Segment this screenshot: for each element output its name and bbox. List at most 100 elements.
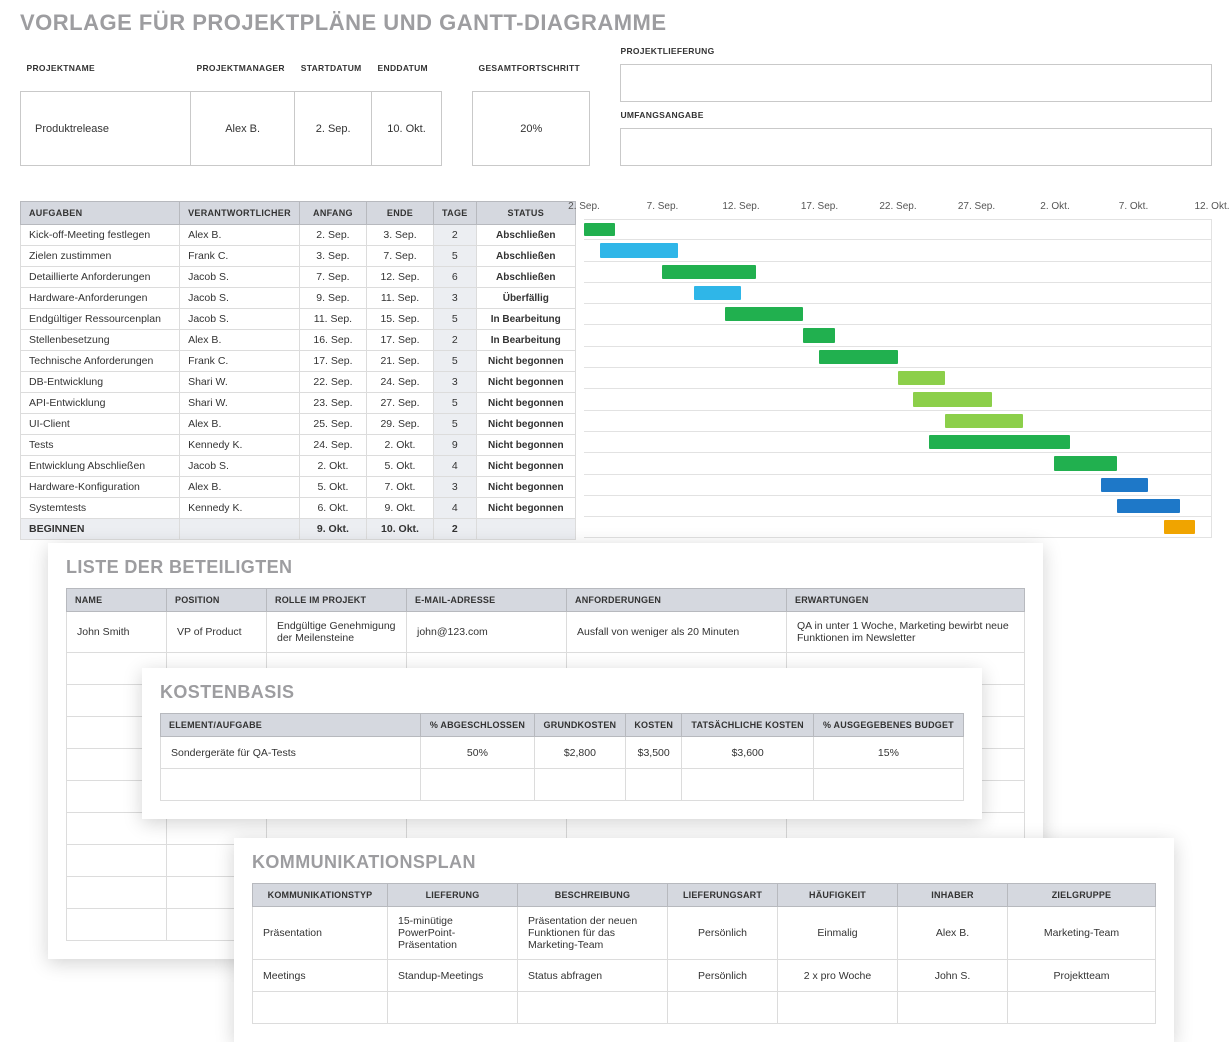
gantt-chart: 2. Sep.7. Sep.12. Sep.17. Sep.22. Sep.27… (584, 201, 1212, 540)
task-start: 25. Sep. (299, 414, 366, 435)
coth-mode: LIEFERUNGSART (668, 884, 778, 907)
gantt-bar[interactable] (819, 350, 897, 364)
task-days: 4 (434, 498, 477, 519)
task-start: 22. Sep. (299, 372, 366, 393)
gantt-bar[interactable] (1101, 478, 1148, 492)
task-table: AUFGABEN VERANTWORTLICHER ANFANG ENDE TA… (20, 201, 576, 540)
task-status: Nicht begonnen (476, 393, 575, 414)
task-days: 2 (434, 330, 477, 351)
task-row[interactable]: Hardware-AnforderungenJacob S.9. Sep.11.… (21, 288, 576, 309)
stakeholders-title: LISTE DER BETEILIGTEN (66, 557, 1025, 578)
task-name: Hardware-Anforderungen (21, 288, 180, 309)
project-start[interactable]: 2. Sep. (295, 92, 372, 166)
coth-aud: ZIELGRUPPE (1008, 884, 1156, 907)
task-row[interactable]: API-EntwicklungShari W.23. Sep.27. Sep.5… (21, 393, 576, 414)
gantt-bar[interactable] (1054, 456, 1117, 470)
gantt-bar[interactable] (1164, 520, 1195, 534)
task-start: 9. Sep. (299, 288, 366, 309)
task-row[interactable]: DB-EntwicklungShari W.22. Sep.24. Sep.3N… (21, 372, 576, 393)
project-info-left: PROJEKTNAME PROJEKTMANAGER STARTDATUM EN… (20, 46, 442, 166)
gantt-row (584, 325, 1212, 346)
comm-row[interactable]: MeetingsStandup-MeetingsStatus abfragenP… (253, 960, 1156, 992)
task-name: Tests (21, 435, 180, 456)
gantt-tick-label: 12. Okt. (1194, 201, 1229, 212)
coth-freq: HÄUFIGKEIT (778, 884, 898, 907)
task-row[interactable]: Endgültiger RessourcenplanJacob S.11. Se… (21, 309, 576, 330)
task-owner: Alex B. (180, 225, 300, 246)
task-owner: Frank C. (180, 351, 300, 372)
task-row[interactable]: TestsKennedy K.24. Sep.2. Okt.9Nicht beg… (21, 435, 576, 456)
task-status: Nicht begonnen (476, 498, 575, 519)
task-owner: Jacob S. (180, 288, 300, 309)
label-enddate: ENDDATUM (372, 46, 442, 92)
task-row[interactable]: SystemtestsKennedy K.6. Okt.9. Okt.4Nich… (21, 498, 576, 519)
task-row[interactable]: Detaillierte AnforderungenJacob S.7. Sep… (21, 267, 576, 288)
gantt-row (584, 368, 1212, 389)
task-row[interactable]: Entwicklung AbschließenJacob S.2. Okt.5.… (21, 456, 576, 477)
task-owner: Shari W. (180, 393, 300, 414)
task-name: Hardware-Konfiguration (21, 477, 180, 498)
project-info-progress: GESAMTFORTSCHRITT 20% (472, 46, 590, 166)
task-owner: Kennedy K. (180, 435, 300, 456)
project-end[interactable]: 10. Okt. (372, 92, 442, 166)
gantt-bar[interactable] (662, 265, 756, 279)
cth-cost: KOSTEN (625, 714, 682, 737)
cth-budget: % AUSGEGEBENES BUDGET (813, 714, 963, 737)
task-start: 17. Sep. (299, 351, 366, 372)
gantt-bar[interactable] (584, 223, 615, 236)
gantt-bar[interactable] (803, 328, 834, 342)
task-days: 5 (434, 351, 477, 372)
task-end: 15. Sep. (366, 309, 433, 330)
task-end: 17. Sep. (366, 330, 433, 351)
gantt-bar[interactable] (725, 307, 803, 321)
task-row[interactable]: StellenbesetzungAlex B.16. Sep.17. Sep.2… (21, 330, 576, 351)
gantt-tick-label: 2. Sep. (568, 201, 600, 212)
sth-exp: ERWARTUNGEN (787, 589, 1025, 612)
task-row[interactable]: Kick-off-Meeting festlegenAlex B.2. Sep.… (21, 225, 576, 246)
task-row[interactable]: UI-ClientAlex B.25. Sep.29. Sep.5Nicht b… (21, 414, 576, 435)
task-status: Abschließen (476, 225, 575, 246)
task-status: Nicht begonnen (476, 351, 575, 372)
stakeholder-row[interactable]: John SmithVP of ProductEndgültige Genehm… (67, 612, 1025, 653)
gantt-tick-label: 22. Sep. (879, 201, 916, 212)
task-status: Nicht begonnen (476, 477, 575, 498)
gantt-tick-label: 7. Sep. (647, 201, 679, 212)
project-manager[interactable]: Alex B. (191, 92, 295, 166)
task-days: 3 (434, 372, 477, 393)
cth-base: GRUNDKOSTEN (534, 714, 625, 737)
scope-input[interactable] (620, 128, 1212, 166)
task-end: 7. Okt. (366, 477, 433, 498)
task-owner: Shari W. (180, 372, 300, 393)
comm-card: KOMMUNIKATIONSPLAN KOMMUNIKATIONSTYP LIE… (234, 838, 1174, 1042)
task-days: 3 (434, 288, 477, 309)
gantt-bar[interactable] (600, 243, 678, 257)
label-startdate: STARTDATUM (295, 46, 372, 92)
task-end: 9. Okt. (366, 498, 433, 519)
comm-row[interactable]: Präsentation15-minütige PowerPoint-Präse… (253, 907, 1156, 960)
gantt-bar[interactable] (898, 371, 945, 385)
delivery-input[interactable] (620, 64, 1212, 102)
gantt-bar[interactable] (694, 286, 741, 300)
gantt-row (584, 496, 1212, 517)
gantt-bar[interactable] (929, 435, 1070, 449)
summary-label: BEGINNEN (21, 519, 180, 540)
empty-row (161, 769, 964, 801)
coth-desc: BESCHREIBUNG (518, 884, 668, 907)
task-row[interactable]: Technische AnforderungenFrank C.17. Sep.… (21, 351, 576, 372)
task-row[interactable]: Hardware-KonfigurationAlex B.5. Okt.7. O… (21, 477, 576, 498)
task-end: 7. Sep. (366, 246, 433, 267)
task-days: 5 (434, 246, 477, 267)
project-name[interactable]: Produktrelease (21, 92, 191, 166)
gantt-bar[interactable] (945, 414, 1023, 428)
task-status: In Bearbeitung (476, 309, 575, 330)
task-name: Endgültiger Ressourcenplan (21, 309, 180, 330)
sth-email: E-MAIL-ADRESSE (407, 589, 567, 612)
gantt-bar[interactable] (1117, 499, 1180, 513)
gantt-row (584, 432, 1212, 453)
gantt-bar[interactable] (913, 392, 991, 406)
cost-row[interactable]: Sondergeräte für QA-Tests50%$2,800$3,500… (161, 737, 964, 769)
project-progress[interactable]: 20% (473, 92, 590, 166)
sth-name: NAME (67, 589, 167, 612)
task-days: 4 (434, 456, 477, 477)
task-row[interactable]: Zielen zustimmenFrank C.3. Sep.7. Sep.5A… (21, 246, 576, 267)
